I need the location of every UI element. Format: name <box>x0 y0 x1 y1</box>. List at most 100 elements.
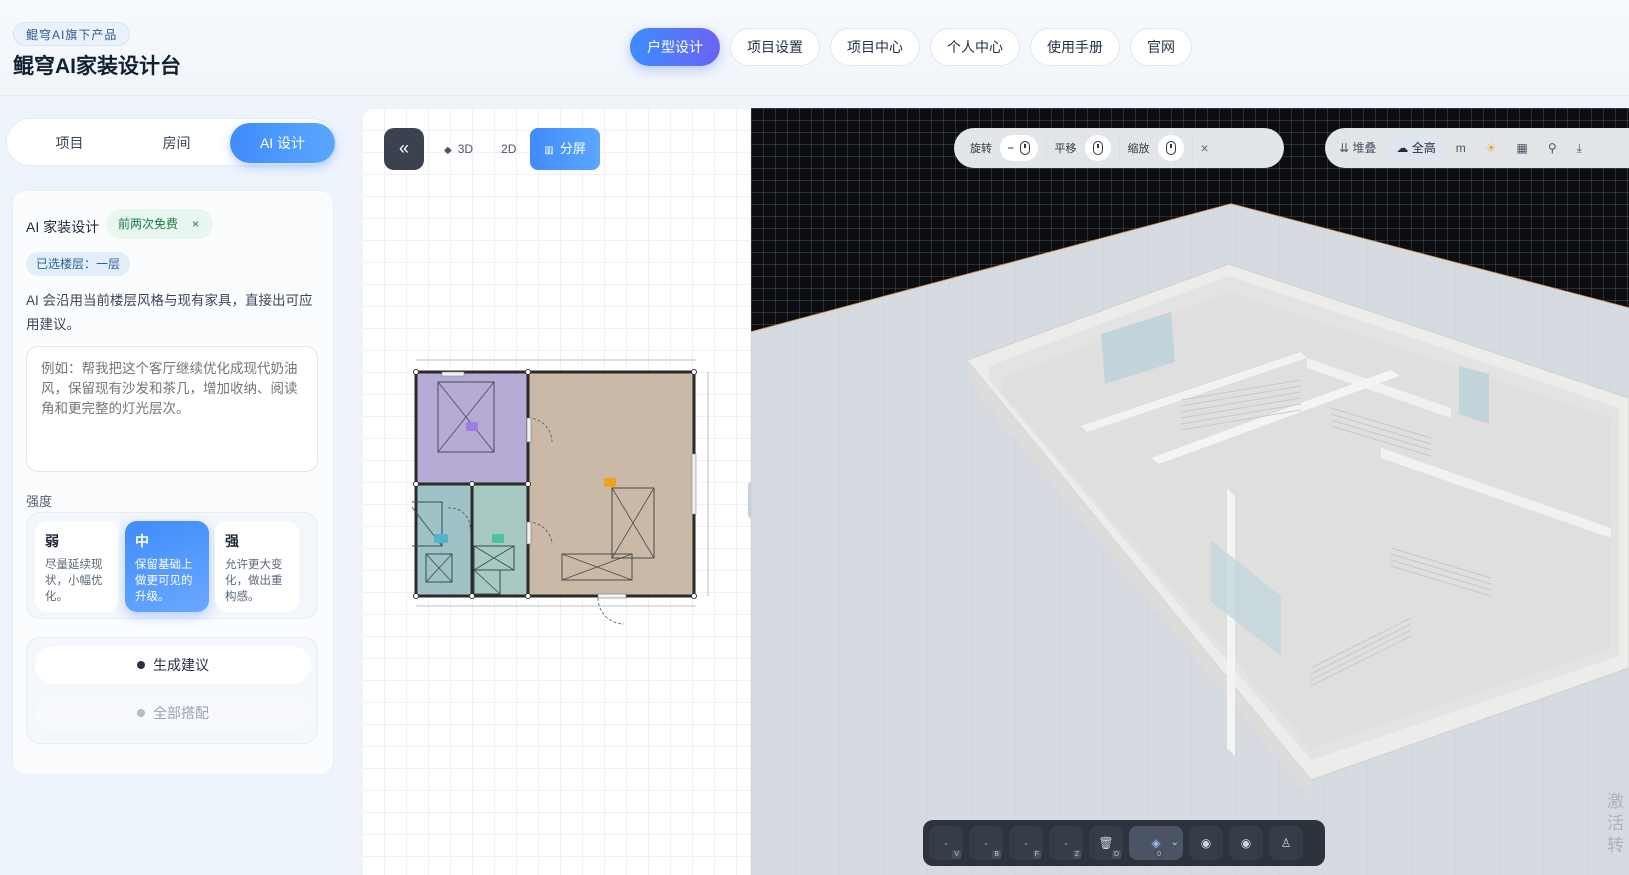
layer-icon: ◈ <box>1151 836 1161 850</box>
shortcut-key: F <box>1032 850 1041 859</box>
grid-icon[interactable]: ▦ <box>1509 132 1536 164</box>
nav-official-site[interactable]: 官网 <box>1130 28 1192 66</box>
wall-icon: · <box>984 836 988 850</box>
strength-option-desc: 保留基础上做更可见的升级。 <box>135 559 193 603</box>
brand-badge: 鲲穹AI旗下产品 <box>13 22 131 46</box>
bottom-toolbar: · V · B · F · Z 🗑 D ◈ 0 ⌄ ◉ ◉ ♙ <box>923 820 1325 866</box>
floor-tool-button[interactable]: · F <box>1009 826 1043 860</box>
match-all-label: 全部搭配 <box>153 705 209 721</box>
ai-description: AI 会沿用当前楼层风格与现有家具，直接出可应用建议。 <box>26 293 313 332</box>
orbit-tool-button[interactable]: ◉ <box>1189 826 1223 860</box>
orbit-icon: ◉ <box>1200 836 1212 850</box>
bullet-icon <box>137 709 145 718</box>
walk-tool-button[interactable]: ◉ <box>1229 826 1263 860</box>
strength-selector: 弱 尽量延续现状，小幅优化。 中 保留基础上做更可见的升级。 强 允许更大变化，… <box>26 512 318 619</box>
rotate-label: 旋转 <box>970 143 992 155</box>
shortcut-key: Z <box>1072 850 1081 859</box>
match-all-button[interactable]: 全部搭配 <box>35 694 311 732</box>
view-3d-label: 3D <box>457 142 474 156</box>
top-nav: 户型设计 项目设置 项目中心 个人中心 使用手册 官网 <box>630 28 1192 66</box>
download-icon[interactable]: ⤓ <box>1569 132 1590 164</box>
footprint-icon[interactable]: ⚲ <box>1540 132 1565 164</box>
activation-watermark: 激活转 <box>1607 792 1624 855</box>
pan-pill[interactable] <box>1084 135 1111 161</box>
nav-personal-center[interactable]: 个人中心 <box>930 28 1020 66</box>
zoom-control[interactable]: 缩放 <box>1120 135 1193 161</box>
full-height-label: 全高 <box>1411 141 1436 155</box>
shortcut-key: 0 <box>1155 850 1163 859</box>
wall-tool-button[interactable]: · B <box>969 826 1003 860</box>
walk-icon: ◉ <box>1240 836 1252 850</box>
generate-suggestion-label: 生成建议 <box>153 657 209 673</box>
close-icon[interactable]: × <box>1193 140 1217 156</box>
view-2d-button[interactable]: 2D <box>487 128 530 170</box>
free-tag-close-icon[interactable]: × <box>192 217 199 231</box>
left-tabs: 项目 房间 AI 设计 <box>6 118 336 166</box>
zone-tool-button[interactable]: · Z <box>1049 826 1083 860</box>
chevron-down-icon[interactable]: ⌄ <box>1171 826 1179 860</box>
zone-icon: · <box>1064 836 1068 850</box>
strength-option-desc: 允许更大变化，做出重构感。 <box>225 559 283 603</box>
nav-project-settings[interactable]: 项目设置 <box>730 28 820 66</box>
cube-icon: ◆ <box>444 145 452 156</box>
full-height-icon: ☁ <box>1396 141 1412 155</box>
stack-icon: ⇊ <box>1339 141 1353 155</box>
mouse-icon <box>1165 141 1176 155</box>
floor-icon: · <box>1024 836 1028 850</box>
3d-scene[interactable] <box>751 108 1629 875</box>
free-tag-label: 前两次免费 <box>118 217 179 231</box>
tab-project[interactable]: 项目 <box>17 123 122 163</box>
layer-tool-button[interactable]: ◈ 0 ⌄ <box>1129 826 1183 860</box>
3d-viewport[interactable]: 旋转 ⎯ 平移 缩放 × ⇊ 堆叠 ☁ 全高 m ☀ ▦ ⚲ ⤓ · V · B ·… <box>751 108 1629 875</box>
split-icon: ▥ <box>544 145 554 156</box>
view-split-button[interactable]: ▥ 分屏 <box>530 128 600 170</box>
person-icon: ♙ <box>1280 836 1292 850</box>
strength-label: 强度 <box>26 494 53 509</box>
generate-suggestion-button[interactable]: 生成建议 <box>35 646 311 684</box>
sun-icon[interactable]: ☀ <box>1478 132 1505 164</box>
tab-ai-design[interactable]: AI 设计 <box>230 123 335 163</box>
zoom-pill[interactable] <box>1157 135 1184 161</box>
delete-tool-button[interactable]: 🗑 D <box>1089 826 1123 860</box>
view-mode-switch: ◆ 3D 2D ▥ 分屏 <box>430 128 600 170</box>
camera-controls: 旋转 ⎯ 平移 缩放 × <box>954 128 1284 168</box>
nav-project-center[interactable]: 项目中心 <box>830 28 920 66</box>
strength-option-weak[interactable]: 弱 尽量延续现状，小幅优化。 <box>35 521 119 612</box>
nav-floorplan-design[interactable]: 户型设计 <box>630 28 720 66</box>
full-height-button[interactable]: ☁ 全高 <box>1388 132 1444 164</box>
prompt-input[interactable] <box>26 346 318 472</box>
unit-button[interactable]: m <box>1448 132 1474 164</box>
shortcut-key: B <box>992 850 1001 859</box>
floorplan-panel: « ◆ 3D 2D ▥ 分屏 <box>362 108 750 875</box>
strength-option-desc: 尽量延续现状，小幅优化。 <box>45 559 103 603</box>
nav-user-manual[interactable]: 使用手册 <box>1030 28 1120 66</box>
card-title: AI 家装设计 <box>26 219 100 235</box>
person-tool-button[interactable]: ♙ <box>1269 826 1303 860</box>
ai-design-card: AI 家装设计 前两次免费 × 已选楼层：一层 AI 会沿用当前楼层风格与现有家具… <box>12 190 334 775</box>
select-tool-button[interactable]: · V <box>929 826 963 860</box>
selected-floor-tag: 已选楼层：一层 <box>26 252 131 276</box>
pan-control[interactable]: 平移 <box>1047 135 1120 161</box>
select-icon: · <box>944 836 948 850</box>
view-split-label: 分屏 <box>559 141 586 156</box>
app-header: 鲲穹AI旗下产品 鲲穹AI家装设计台 户型设计 项目设置 项目中心 个人中心 使… <box>0 0 1629 96</box>
strength-option-title: 强 <box>225 533 239 549</box>
floorplan-drawing[interactable] <box>412 358 722 638</box>
strength-option-medium[interactable]: 中 保留基础上做更可见的升级。 <box>125 521 209 612</box>
tab-room[interactable]: 房间 <box>124 123 229 163</box>
strength-option-strong[interactable]: 强 允许更大变化，做出重构感。 <box>215 521 299 612</box>
mouse-icon <box>1019 141 1030 155</box>
bullet-icon <box>137 661 145 670</box>
strength-option-title: 弱 <box>45 533 59 549</box>
shortcut-key: V <box>952 850 961 859</box>
rotate-pill[interactable]: ⎯ <box>1000 135 1038 161</box>
drag-icon: ⎯ <box>1008 141 1014 154</box>
mouse-icon <box>1092 141 1103 155</box>
view-3d-button[interactable]: ◆ 3D <box>430 128 487 170</box>
stack-label: 堆叠 <box>1352 141 1377 155</box>
left-panel: 项目 房间 AI 设计 AI 家装设计 前两次免费 × 已选楼层：一层 AI 会沿… <box>0 108 352 875</box>
stack-button[interactable]: ⇊ 堆叠 <box>1331 132 1384 164</box>
rotate-control[interactable]: 旋转 ⎯ <box>962 135 1047 161</box>
collapse-panel-button[interactable]: « <box>384 128 424 170</box>
pan-label: 平移 <box>1054 143 1077 155</box>
